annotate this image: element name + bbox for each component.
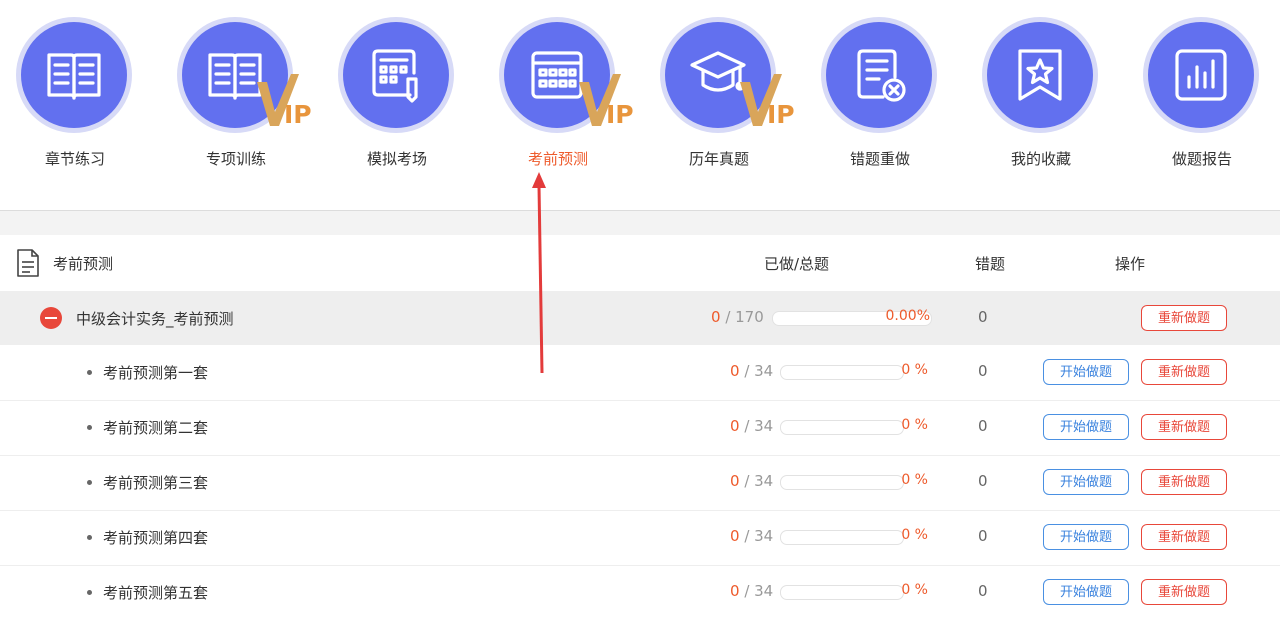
- row-wrong-count: 0: [978, 582, 988, 600]
- vip-text: IP: [284, 100, 312, 129]
- nav-label: 章节练习: [44, 150, 105, 168]
- bullet-icon: [87, 590, 92, 595]
- row-name: 考前预测第二套: [103, 419, 209, 437]
- nav-item-special-training[interactable]: IP 专项训练: [161, 22, 312, 182]
- row-percent: 0 %: [901, 417, 928, 433]
- bullet-icon: [87, 480, 92, 485]
- row-name: 考前预测第五套: [103, 584, 209, 602]
- vip-text: IP: [606, 100, 634, 129]
- header-action: 操作: [1115, 255, 1146, 273]
- document-icon: [17, 249, 39, 277]
- nav-item-mock-exam[interactable]: 模拟考场: [322, 22, 472, 182]
- nav-item-my-favorites[interactable]: 我的收藏: [966, 22, 1116, 182]
- prediction-table: 考前预测 已做/总题 错题 操作 中级会计实务_考前预测 0 / 170 0.0…: [0, 235, 1280, 618]
- collapse-icon[interactable]: [40, 307, 62, 329]
- redo-button[interactable]: 重新做题: [1141, 469, 1227, 495]
- row-wrong-count: 0: [978, 527, 988, 545]
- start-button[interactable]: 开始做题: [1043, 524, 1129, 550]
- nav-label: 模拟考场: [366, 150, 427, 168]
- row-count: 0 / 34: [730, 362, 774, 380]
- row-name: 考前预测第三套: [103, 474, 209, 492]
- book-icon: [182, 22, 288, 128]
- calendar-grid-icon: [504, 22, 610, 128]
- row-name: 考前预测第一套: [103, 364, 209, 382]
- row-percent: 0.00%: [885, 308, 930, 324]
- top-nav: 章节练习 IP 专项训练 模拟考场 IP 考前预测 IP 历年真题 错题重做 我…: [0, 0, 1280, 210]
- nav-item-chapter-practice[interactable]: 章节练习: [0, 22, 150, 182]
- row-wrong-count: 0: [978, 472, 988, 490]
- table-row: 考前预测第四套 0 / 34 0 % 0 开始做题 重新做题: [0, 510, 1280, 566]
- row-name: 中级会计实务_考前预测: [76, 310, 234, 328]
- header-name: 考前预测: [53, 255, 114, 273]
- bullet-icon: [87, 370, 92, 375]
- error-doc-icon: [826, 22, 932, 128]
- section-gap: [0, 211, 1280, 235]
- row-count: 0 / 34: [730, 472, 774, 490]
- row-percent: 0 %: [901, 472, 928, 488]
- nav-label: 做题报告: [1171, 150, 1232, 168]
- exam-paper-icon: [343, 22, 449, 128]
- table-row-parent: 中级会计实务_考前预测 0 / 170 0.00% 0 重新做题: [0, 291, 1280, 345]
- row-percent: 0 %: [901, 527, 928, 543]
- row-wrong-count: 0: [978, 308, 988, 326]
- bullet-icon: [87, 535, 92, 540]
- row-count: 0 / 34: [730, 527, 774, 545]
- row-name: 考前预测第四套: [103, 529, 209, 547]
- row-percent: 0 %: [901, 362, 928, 378]
- nav-label: 我的收藏: [1010, 150, 1071, 168]
- row-wrong-count: 0: [978, 362, 988, 380]
- row-percent: 0 %: [901, 582, 928, 598]
- row-wrong-count: 0: [978, 417, 988, 435]
- book-icon: [21, 22, 127, 128]
- header-progress: 已做/总题: [764, 255, 830, 273]
- graduation-cap-icon: [665, 22, 771, 128]
- table-row: 考前预测第二套 0 / 34 0 % 0 开始做题 重新做题: [0, 400, 1280, 456]
- row-count: 0 / 34: [730, 417, 774, 435]
- nav-label: 专项训练: [205, 150, 266, 168]
- nav-item-pre-exam-prediction[interactable]: IP 考前预测: [483, 22, 634, 182]
- redo-button[interactable]: 重新做题: [1141, 305, 1227, 331]
- nav-item-past-papers[interactable]: IP 历年真题: [644, 22, 795, 182]
- redo-button[interactable]: 重新做题: [1141, 359, 1227, 385]
- start-button[interactable]: 开始做题: [1043, 414, 1129, 440]
- table-header: 考前预测 已做/总题 错题 操作: [0, 235, 1280, 291]
- start-button[interactable]: 开始做题: [1043, 469, 1129, 495]
- star-bookmark-icon: [987, 22, 1093, 128]
- nav-label: 历年真题: [688, 150, 749, 168]
- nav-item-wrong-questions-redo[interactable]: 错题重做: [805, 22, 955, 182]
- redo-button[interactable]: 重新做题: [1141, 524, 1227, 550]
- nav-label: 错题重做: [849, 150, 910, 168]
- nav-item-practice-report[interactable]: 做题报告: [1127, 22, 1277, 182]
- header-wrong: 错题: [975, 255, 1006, 273]
- start-button[interactable]: 开始做题: [1043, 359, 1129, 385]
- table-row: 考前预测第三套 0 / 34 0 % 0 开始做题 重新做题: [0, 455, 1280, 511]
- table-row: 考前预测第五套 0 / 34 0 % 0 开始做题 重新做题: [0, 565, 1280, 620]
- bullet-icon: [87, 425, 92, 430]
- table-row: 考前预测第一套 0 / 34 0 % 0 开始做题 重新做题: [0, 345, 1280, 401]
- vip-text: IP: [767, 100, 795, 129]
- start-button[interactable]: 开始做题: [1043, 579, 1129, 605]
- redo-button[interactable]: 重新做题: [1141, 579, 1227, 605]
- bar-chart-icon: [1148, 22, 1254, 128]
- nav-label: 考前预测: [527, 150, 588, 168]
- redo-button[interactable]: 重新做题: [1141, 414, 1227, 440]
- row-count: 0 / 34: [730, 582, 774, 600]
- row-count: 0 / 170: [711, 308, 764, 326]
